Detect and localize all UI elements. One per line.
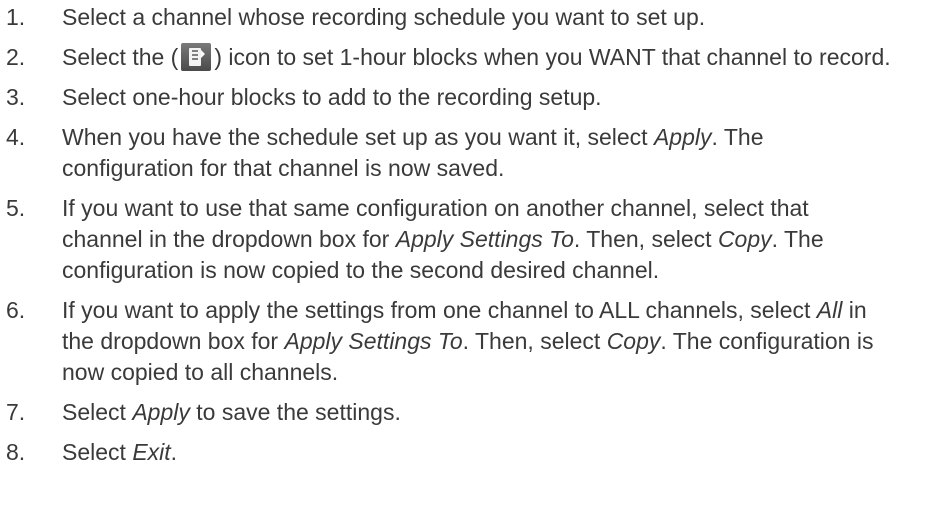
emphasized-ui-label: Exit — [132, 439, 171, 465]
step-text: Select Exit. — [62, 437, 892, 468]
step-item-6: 6. If you want to apply the settings fro… — [0, 295, 931, 388]
step-item-1: 1. Select a channel whose recording sche… — [0, 2, 931, 33]
step-number: 4. — [6, 124, 26, 150]
step-item-2: 2. Select the ( ) icon to set 1-hour bloc… — [0, 42, 931, 73]
step-number: 6. — [6, 297, 26, 323]
step-item-5: 5. If you want to use that same configur… — [0, 193, 931, 286]
step-text: Select a channel whose recording schedul… — [62, 4, 706, 30]
step-text: If you want to use that same configurati… — [62, 193, 892, 286]
step-text-before-icon: Select the ( — [62, 44, 179, 70]
step-text: Select Apply to save the settings. — [62, 397, 892, 428]
step-text: Select the ( ) icon to set 1-hour blocks … — [62, 42, 892, 73]
step-number: 7. — [6, 399, 26, 425]
step-item-3: 3. Select one-hour blocks to add to the … — [0, 82, 931, 113]
schedule-block-icon-wrapper — [181, 43, 212, 71]
step-item-7: 7. Select Apply to save the settings. — [0, 397, 931, 428]
step-text-after-icon: ) icon to set 1-hour blocks when you WAN… — [214, 44, 891, 70]
emphasized-ui-label: Apply Settings To — [395, 226, 574, 252]
emphasized-ui-label: Apply — [132, 399, 190, 425]
step-text-segment: . Then, select — [573, 226, 718, 252]
step-text-segment: Select — [62, 439, 133, 465]
step-text: When you have the schedule set up as you… — [62, 122, 892, 184]
step-item-4: 4. When you have the schedule set up as … — [0, 122, 931, 184]
step-text-segment: to save the settings. — [189, 399, 401, 425]
step-number: 3. — [6, 84, 26, 110]
schedule-block-icon — [181, 43, 212, 71]
emphasized-ui-label: Apply — [653, 124, 712, 150]
step-number: 5. — [6, 195, 26, 221]
step-text-segment: Select — [62, 399, 133, 425]
emphasized-ui-label: Copy — [606, 328, 661, 354]
emphasized-ui-label: Copy — [717, 226, 772, 252]
emphasized-ui-label: All — [816, 297, 843, 323]
step-text-segment: When you have the schedule set up as you… — [62, 124, 654, 150]
step-text-segment: If you want to apply the settings from o… — [62, 297, 817, 323]
step-number: 2. — [6, 44, 26, 70]
step-text: Select one-hour blocks to add to the rec… — [62, 84, 602, 110]
emphasized-ui-label: Apply Settings To — [284, 328, 463, 354]
step-number: 8. — [6, 439, 26, 465]
step-text-segment: . — [170, 439, 178, 465]
step-text: If you want to apply the settings from o… — [62, 295, 892, 388]
step-text-segment: . Then, select — [462, 328, 607, 354]
step-item-8: 8. Select Exit. — [0, 437, 931, 468]
step-number: 1. — [6, 4, 26, 30]
instruction-steps: 1. Select a channel whose recording sche… — [0, 0, 931, 468]
